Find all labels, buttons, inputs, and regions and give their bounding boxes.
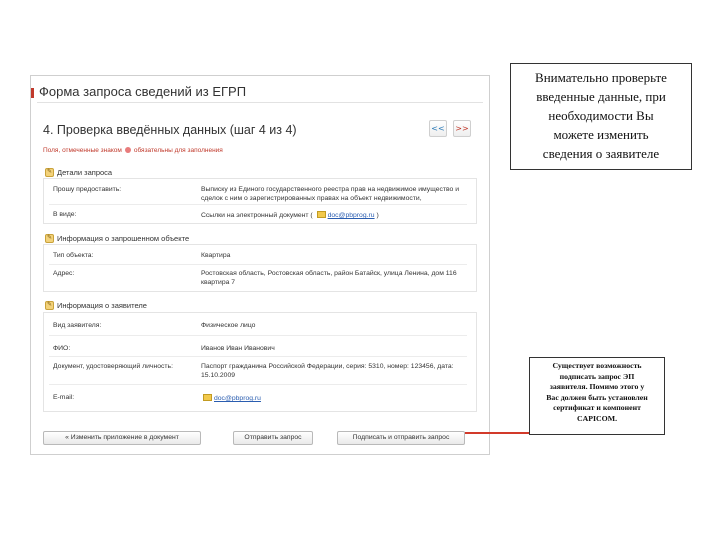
section-applicant-title: Информация о заявителе <box>57 301 147 310</box>
row-label: ФИО: <box>53 345 71 352</box>
required-mark-icon <box>124 147 131 153</box>
callout-line: подписать запрос ЭП <box>559 371 635 381</box>
form-title: Форма запроса сведений из ЕГРП <box>39 84 247 99</box>
callout-line: необходимости Вы <box>548 108 654 123</box>
request-form-window: Форма запроса сведений из ЕГРП 4. Провер… <box>30 75 490 455</box>
sign-and-send-button[interactable]: Подписать и отправить запрос <box>337 431 465 445</box>
title-divider <box>37 102 483 103</box>
legend-text-after: обязательны для заполнения <box>133 147 223 154</box>
callout-line: CAPICOM. <box>576 413 618 423</box>
row-label: Вид заявителя: <box>53 322 102 329</box>
callout-line: Внимательно проверьте <box>535 70 667 85</box>
section-icon: ✎ <box>45 168 54 177</box>
row-value: Физическое лицо <box>201 322 256 329</box>
callout-line: введенные данные, при <box>536 89 666 104</box>
row-divider <box>49 335 467 336</box>
row-label: Документ, удостоверяющий личность: <box>53 363 173 370</box>
row-value: Ростовская область, Ростовская область, … <box>201 270 457 286</box>
row-label: Прошу предоставить: <box>53 186 122 193</box>
callout-line: сведения о заявителе <box>542 146 660 161</box>
row-value: doc@pbprog.ru <box>201 394 461 404</box>
mail-icon <box>316 211 326 218</box>
change-document-button[interactable]: « Изменить приложение в документ <box>43 431 201 445</box>
row-value: Квартира <box>201 252 231 259</box>
mail-icon <box>203 394 212 401</box>
callout-signature: Существует возможность подписать запрос … <box>529 357 665 435</box>
section-request-header: ✎ Детали запроса <box>45 168 112 177</box>
required-legend: Поля, отмеченные знаком обязательны для з… <box>43 147 223 154</box>
row-value: Ссылки на электронный документ ( doc@pbp… <box>201 211 461 221</box>
format-text: Ссылки на электронный документ ( <box>201 212 313 219</box>
callout-line: Вас должен быть установлен <box>546 392 648 402</box>
callout-line: заявителя. Помимо этого у <box>549 382 645 391</box>
row-label: Тип объекта: <box>53 252 94 259</box>
back-icon[interactable]: << <box>429 120 447 137</box>
callout-line: сертификат и компонент <box>553 403 641 412</box>
legend-text-before: Поля, отмеченные знаком <box>43 147 122 154</box>
row-divider <box>49 384 467 385</box>
title-accent-bar <box>31 88 34 98</box>
row-label: Адрес: <box>53 270 75 277</box>
format-text-end: ) <box>376 212 379 219</box>
step-navigation: << >> <box>429 120 471 137</box>
send-request-button[interactable]: Отправить запрос <box>233 431 313 445</box>
step-title: 4. Проверка введённых данных (шаг 4 из 4… <box>43 123 297 137</box>
section-object-title: Информация о запрошенном объекте <box>57 234 190 243</box>
section-applicant-header: ✎ Информация о заявителе <box>45 301 147 310</box>
callout-connector <box>465 432 531 434</box>
row-value: Выписку из Единого государственного реес… <box>201 186 460 202</box>
row-divider <box>49 204 467 205</box>
forward-icon[interactable]: >> <box>453 120 471 137</box>
row-divider <box>49 264 467 265</box>
row-value: Паспорт гражданина Российской Федерации,… <box>201 363 454 379</box>
row-value: Иванов Иван Иванович <box>201 345 275 352</box>
section-icon: ✎ <box>45 234 54 243</box>
row-label: В виде: <box>53 211 77 218</box>
email-link[interactable]: doc@pbprog.ru <box>328 212 375 219</box>
section-icon: ✎ <box>45 301 54 310</box>
callout-line: можете изменить <box>553 127 649 142</box>
email-link[interactable]: doc@pbprog.ru <box>214 395 261 402</box>
row-label: E-mail: <box>53 394 75 401</box>
callout-line: Существует возможность <box>552 361 642 370</box>
section-request-title: Детали запроса <box>57 168 113 177</box>
row-divider <box>49 356 467 357</box>
section-object-header: ✎ Информация о запрошенном объекте <box>45 234 189 243</box>
callout-check-data: Внимательно проверьте введенные данные, … <box>510 63 692 170</box>
